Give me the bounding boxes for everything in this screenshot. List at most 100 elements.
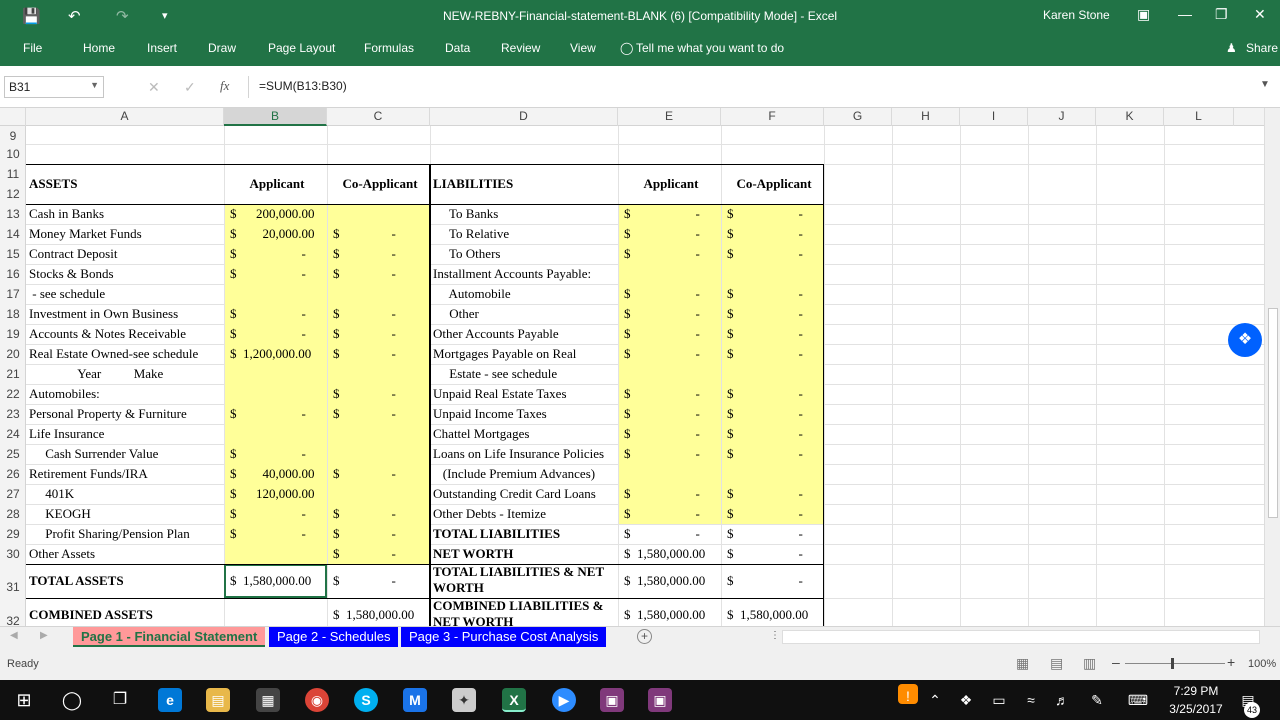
liability-applicant-value[interactable]: $ -: [618, 384, 721, 404]
total-liab-nw-applicant[interactable]: $ 1,580,000.00: [618, 564, 721, 598]
asset-label[interactable]: Cash Surrender Value: [26, 444, 224, 464]
liability-coapplicant-value[interactable]: $ -: [721, 484, 824, 504]
liability-coapplicant-value[interactable]: $ -: [721, 444, 824, 464]
restore-icon[interactable]: ❐: [1215, 6, 1228, 23]
liability-label[interactable]: Mortgages Payable on Real: [430, 344, 618, 364]
liability-applicant-value[interactable]: $ -: [618, 344, 721, 364]
total-assets-applicant[interactable]: $ 1,580,000.00: [224, 564, 327, 598]
column-header[interactable]: I: [960, 108, 1028, 126]
row-header[interactable]: 16: [0, 267, 26, 281]
liability-applicant-value[interactable]: $ -: [618, 244, 721, 264]
combined-assets-label[interactable]: COMBINED ASSETS: [26, 598, 224, 626]
column-header[interactable]: E: [618, 108, 721, 126]
asset-label[interactable]: Contract Deposit: [26, 244, 224, 264]
row-header[interactable]: 25: [0, 447, 26, 461]
liability-label[interactable]: Installment Accounts Payable:: [430, 264, 618, 284]
asset-coapplicant-value[interactable]: $ -: [327, 344, 430, 364]
liability-applicant-value[interactable]: [618, 364, 721, 384]
asset-applicant-value[interactable]: $ -: [224, 264, 327, 284]
asset-coapplicant-value[interactable]: [327, 204, 430, 224]
video-icon[interactable]: ▶: [552, 688, 576, 712]
combined-liab-label[interactable]: COMBINED LIABILITIES & NET WORTH: [430, 598, 618, 626]
liability-applicant-value[interactable]: [618, 464, 721, 484]
app-m-icon[interactable]: M: [403, 688, 427, 712]
liability-label[interactable]: Outstanding Credit Card Loans: [430, 484, 618, 504]
file-explorer-icon[interactable]: ▤: [206, 688, 230, 712]
row-header[interactable]: 23: [0, 407, 26, 421]
liability-label[interactable]: Other Accounts Payable: [430, 324, 618, 344]
insert-function-icon[interactable]: fx: [220, 78, 229, 94]
zoom-level[interactable]: 100%: [1248, 658, 1276, 670]
cortana-icon[interactable]: ◯: [60, 688, 84, 712]
asset-applicant-value[interactable]: [224, 364, 327, 384]
asset-label[interactable]: Investment in Own Business: [26, 304, 224, 324]
pen-icon[interactable]: ✎: [1088, 688, 1106, 712]
asset-label[interactable]: 401K: [26, 484, 224, 504]
asset-coapplicant-value[interactable]: $ -: [327, 224, 430, 244]
applicant-header[interactable]: Applicant: [224, 164, 327, 204]
liability-applicant-value[interactable]: $ -: [618, 424, 721, 444]
asset-coapplicant-value[interactable]: $ -: [327, 244, 430, 264]
total-assets-label[interactable]: TOTAL ASSETS: [26, 564, 224, 598]
asset-coapplicant-value[interactable]: $ -: [327, 304, 430, 324]
asset-applicant-value[interactable]: [224, 284, 327, 304]
asset-applicant-value[interactable]: $ 40,000.00: [224, 464, 327, 484]
liability-coapplicant-value[interactable]: $ -: [721, 544, 824, 564]
asset-applicant-value[interactable]: $ -: [224, 504, 327, 524]
asset-applicant-value[interactable]: $ 200,000.00: [224, 204, 327, 224]
liabilities-header[interactable]: LIABILITIES: [430, 164, 618, 204]
zoom-slider[interactable]: [1125, 663, 1225, 664]
liability-coapplicant-value[interactable]: $ -: [721, 504, 824, 524]
liability-label[interactable]: Unpaid Income Taxes: [430, 404, 618, 424]
asset-applicant-value[interactable]: $ -: [224, 444, 327, 464]
liability-coapplicant-value[interactable]: [721, 464, 824, 484]
normal-view-icon[interactable]: ▦: [1016, 655, 1029, 672]
row-header[interactable]: 12: [0, 187, 26, 201]
scroll-thumb[interactable]: [1268, 308, 1278, 518]
wifi-icon[interactable]: ≈: [1022, 688, 1040, 712]
row-header[interactable]: 24: [0, 427, 26, 441]
edge-icon[interactable]: e: [158, 688, 182, 712]
ribbon-display-icon[interactable]: ▣: [1137, 6, 1150, 23]
liability-coapplicant-value[interactable]: $ -: [721, 284, 824, 304]
row-header[interactable]: 13: [0, 207, 26, 221]
liability-applicant-value[interactable]: [618, 264, 721, 284]
liability-label[interactable]: Other Debts - Itemize: [430, 504, 618, 524]
column-header[interactable]: G: [824, 108, 892, 126]
asset-coapplicant-value[interactable]: $ -: [327, 464, 430, 484]
share-button[interactable]: Share: [1246, 41, 1278, 55]
asset-coapplicant-value[interactable]: [327, 364, 430, 384]
name-box[interactable]: B31 ▼: [4, 76, 104, 98]
asset-label[interactable]: Other Assets: [26, 544, 224, 564]
total-assets-coapplicant[interactable]: $ -: [327, 564, 430, 598]
row-header[interactable]: 28: [0, 507, 26, 521]
column-header[interactable]: K: [1096, 108, 1164, 126]
liability-label[interactable]: Loans on Life Insurance Policies: [430, 444, 618, 464]
liability-applicant-value[interactable]: $ -: [618, 484, 721, 504]
app-bird-icon[interactable]: ✦: [452, 688, 476, 712]
row-header[interactable]: 22: [0, 387, 26, 401]
co-applicant-header[interactable]: Co-Applicant: [327, 164, 430, 204]
sheet-tab-page1[interactable]: Page 1 - Financial Statement: [73, 627, 266, 647]
total-liab-nw-label[interactable]: TOTAL LIABILITIES & NET WORTH: [430, 564, 618, 598]
liability-applicant-value[interactable]: $ -: [618, 224, 721, 244]
asset-label[interactable]: Accounts & Notes Receivable: [26, 324, 224, 344]
column-header[interactable]: F: [721, 108, 824, 126]
asset-label[interactable]: Real Estate Owned-see schedule: [26, 344, 224, 364]
row-header[interactable]: 17: [0, 287, 26, 301]
asset-applicant-value[interactable]: [224, 544, 327, 564]
row-header[interactable]: 14: [0, 227, 26, 241]
notification-app-icon[interactable]: !: [898, 684, 918, 704]
asset-applicant-value[interactable]: $ -: [224, 524, 327, 544]
minimize-icon[interactable]: —: [1178, 6, 1192, 22]
liability-applicant-value[interactable]: $ -: [618, 284, 721, 304]
liability-coapplicant-value[interactable]: $ -: [721, 344, 824, 364]
liability-coapplicant-value[interactable]: [721, 264, 824, 284]
asset-label[interactable]: Stocks & Bonds: [26, 264, 224, 284]
tab-insert[interactable]: Insert: [147, 41, 177, 55]
tab-formulas[interactable]: Formulas: [364, 41, 414, 55]
asset-coapplicant-value[interactable]: [327, 424, 430, 444]
enter-icon[interactable]: ✓: [184, 79, 196, 96]
asset-coapplicant-value[interactable]: $ -: [327, 324, 430, 344]
task-view-icon[interactable]: ❐: [108, 688, 132, 712]
